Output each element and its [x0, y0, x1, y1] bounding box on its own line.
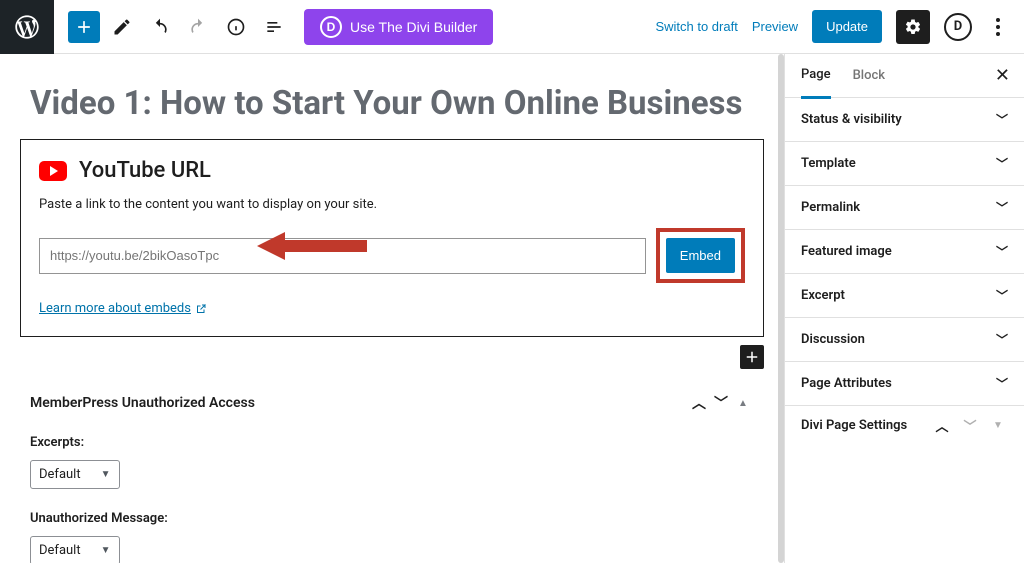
panel-page-attributes[interactable]: Page Attributes﹀ — [785, 362, 1024, 406]
move-down-icon[interactable]: ﹀ — [710, 393, 732, 413]
embed-header: YouTube URL — [39, 158, 745, 183]
panel-discussion[interactable]: Discussion﹀ — [785, 318, 1024, 362]
plus-icon — [74, 17, 94, 37]
embed-description: Paste a link to the content you want to … — [39, 197, 745, 212]
divi-settings-button[interactable]: D — [944, 13, 972, 41]
undo-icon — [150, 17, 170, 37]
plus-icon — [743, 348, 761, 366]
editor: Video 1: How to Start Your Own Online Bu… — [0, 54, 784, 563]
undo-button[interactable] — [144, 11, 176, 43]
gear-icon — [904, 18, 922, 36]
chevron-up-icon[interactable]: ︿ — [932, 416, 952, 435]
chevron-down-icon: ﹀ — [996, 287, 1008, 304]
main: Video 1: How to Start Your Own Online Bu… — [0, 54, 1024, 563]
outline-button[interactable] — [258, 11, 290, 43]
unauth-value: Default — [39, 543, 81, 558]
edit-mode-button[interactable] — [106, 11, 138, 43]
panel-template[interactable]: Template﹀ — [785, 142, 1024, 186]
panel-divi-settings[interactable]: Divi Page Settings ︿ ﹀ ▼ — [785, 406, 1024, 445]
settings-sidebar: Page Block ✕ Status & visibility﹀ Templa… — [784, 54, 1024, 563]
embed-title: YouTube URL — [79, 158, 211, 183]
scrollbar[interactable] — [778, 54, 784, 563]
annotation-arrow-icon — [257, 230, 367, 262]
chevron-down-icon: ﹀ — [996, 199, 1008, 216]
external-link-icon — [195, 303, 207, 315]
toolbar-left: D Use The Divi Builder — [54, 9, 507, 45]
chevron-down-icon: ﹀ — [996, 155, 1008, 172]
settings-button[interactable] — [896, 10, 930, 44]
excerpts-value: Default — [39, 467, 81, 482]
chevron-down-icon: ▼ — [101, 469, 111, 480]
chevron-down-icon: ▼ — [101, 545, 111, 556]
pencil-icon — [112, 17, 132, 37]
sidebar-tabs: Page Block ✕ — [785, 54, 1024, 98]
memberpress-metabox: MemberPress Unauthorized Access ︿ ﹀ ▲ Ex… — [20, 381, 764, 563]
move-up-icon[interactable]: ︿ — [688, 393, 710, 413]
switch-draft-button[interactable]: Switch to draft — [655, 19, 737, 34]
chevron-down-icon: ﹀ — [996, 375, 1008, 392]
chevron-down-icon[interactable]: ﹀ — [960, 416, 980, 435]
tab-block[interactable]: Block — [853, 54, 885, 97]
add-block-button[interactable] — [68, 11, 100, 43]
redo-button[interactable] — [182, 11, 214, 43]
topbar: D Use The Divi Builder Switch to draft P… — [0, 0, 1024, 54]
embed-block-wrapper: YouTube URL Paste a link to the content … — [20, 139, 764, 337]
close-sidebar-button[interactable]: ✕ — [995, 65, 1010, 86]
metabox-title: MemberPress Unauthorized Access — [30, 395, 255, 411]
unauth-label: Unauthorized Message: — [30, 511, 754, 526]
preview-button[interactable]: Preview — [752, 19, 798, 34]
panel-permalink[interactable]: Permalink﹀ — [785, 186, 1024, 230]
panel-status-visibility[interactable]: Status & visibility﹀ — [785, 98, 1024, 142]
panel-excerpt[interactable]: Excerpt﹀ — [785, 274, 1024, 318]
panel-featured-image[interactable]: Featured image﹀ — [785, 230, 1024, 274]
list-icon — [264, 17, 284, 37]
divi-builder-label: Use The Divi Builder — [350, 19, 477, 35]
learn-more-link[interactable]: Learn more about embeds — [39, 301, 207, 316]
chevron-down-icon: ﹀ — [996, 111, 1008, 128]
append-block-button[interactable] — [740, 345, 764, 369]
chevron-down-icon: ﹀ — [996, 243, 1008, 260]
tab-page[interactable]: Page — [801, 54, 831, 99]
embed-button[interactable]: Embed — [666, 238, 735, 273]
youtube-icon — [39, 161, 67, 181]
metabox-header[interactable]: MemberPress Unauthorized Access ︿ ﹀ ▲ — [30, 381, 754, 425]
youtube-embed-block[interactable]: YouTube URL Paste a link to the content … — [20, 139, 764, 337]
divi-builder-button[interactable]: D Use The Divi Builder — [304, 9, 493, 45]
info-icon — [226, 17, 246, 37]
annotation-highlight: Embed — [656, 228, 745, 283]
learn-more-label: Learn more about embeds — [39, 301, 191, 316]
embed-input-row: Embed — [39, 228, 745, 283]
chevron-down-icon: ﹀ — [996, 331, 1008, 348]
info-button[interactable] — [220, 11, 252, 43]
collapse-icon[interactable]: ▲ — [732, 398, 754, 409]
toolbar-right: Switch to draft Preview Update D — [655, 10, 1024, 44]
update-button[interactable]: Update — [812, 10, 882, 43]
excerpts-select[interactable]: Default ▼ — [30, 460, 120, 489]
divi-logo-icon: D — [320, 16, 342, 38]
page-title[interactable]: Video 1: How to Start Your Own Online Bu… — [30, 84, 754, 123]
more-menu-button[interactable] — [986, 18, 1010, 36]
collapse-icon[interactable]: ▼ — [988, 420, 1008, 431]
wordpress-icon — [13, 13, 41, 41]
unauth-select[interactable]: Default ▼ — [30, 536, 120, 563]
wordpress-logo[interactable] — [0, 0, 54, 54]
excerpts-label: Excerpts: — [30, 435, 754, 450]
redo-icon — [188, 17, 208, 37]
